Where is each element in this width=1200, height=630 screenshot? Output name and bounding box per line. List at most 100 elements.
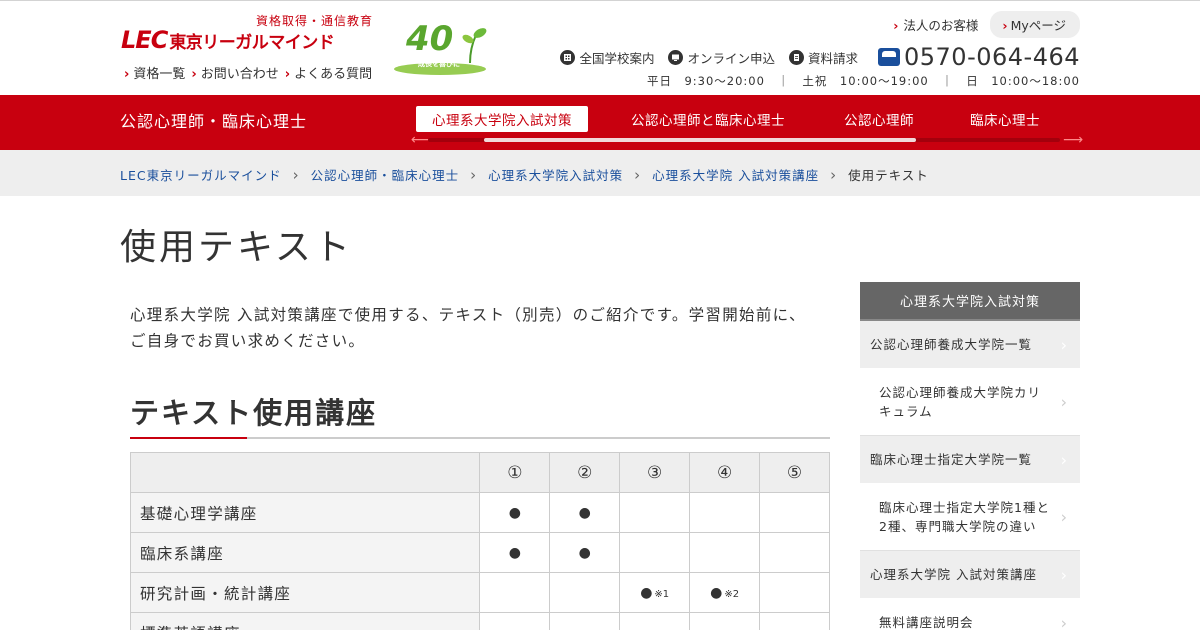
cell-mark: ●: [710, 584, 723, 601]
table-cell: [759, 492, 830, 533]
sidebar-item-certified-curriculum[interactable]: 公認心理師養成大学院カリキュラム: [860, 369, 1080, 436]
table-header-cell: ⑤: [759, 452, 830, 493]
crumb-grad-prep[interactable]: 心理系大学院入試対策: [488, 165, 623, 184]
crumb-home[interactable]: LEC東京リーガルマインド: [120, 165, 282, 184]
tab-psychologist-comparison[interactable]: 公認心理師と臨床心理士: [631, 106, 785, 132]
table-cell: [689, 612, 761, 630]
online-apply-label: オンライン申込: [687, 50, 775, 66]
sidebar-item-clinical-types[interactable]: 臨床心理士指定大学院1種と2種、専門職大学院の違い: [860, 484, 1080, 551]
table-cell: [759, 572, 830, 613]
chevron-right-icon: ›: [634, 165, 642, 184]
table-cell: [619, 492, 691, 533]
chevron-right-icon: ›: [292, 165, 300, 184]
corporate-link[interactable]: 法人のお客様: [893, 15, 978, 34]
table-header-row: ① ② ③ ④ ⑤: [129, 452, 830, 493]
link-contact[interactable]: お問い合わせ: [191, 63, 279, 82]
course-name: 研究計画・統計講座: [129, 572, 481, 613]
badge-number: 40: [406, 19, 454, 59]
table-cell: ● ※1: [619, 572, 691, 613]
table-cell: [619, 532, 691, 573]
table-header-cell: ②: [549, 452, 621, 493]
lec-logo[interactable]: 資格取得・通信教育 LEC 東京リーガルマインド: [121, 11, 373, 55]
crumb-course[interactable]: 心理系大学院 入試対策講座: [652, 165, 819, 184]
crumb-current: 使用テキスト: [848, 168, 929, 183]
table-cell: [689, 532, 761, 573]
table-row: 臨床系講座 ● ●: [129, 532, 830, 573]
building-icon: [560, 49, 576, 65]
table-cell: [759, 532, 830, 573]
category-title[interactable]: 公認心理師・臨床心理士: [120, 108, 307, 132]
phone-icon: [877, 48, 900, 66]
phone-number[interactable]: 0570-064-464: [904, 43, 1080, 71]
logo-wordmark: LEC 東京リーガルマインド: [121, 26, 335, 54]
breadcrumb-trail: LEC東京リーガルマインド › 公認心理師・臨床心理士 › 心理系大学院入試対策…: [120, 165, 929, 184]
tab-scrollbar-thumb[interactable]: [484, 138, 916, 142]
tab-grad-school-prep[interactable]: 心理系大学院入試対策: [416, 106, 588, 132]
account-links: 法人のお客様 Myページ: [893, 11, 1080, 38]
table-header-cell: ③: [619, 452, 691, 493]
page-title: 使用テキスト: [120, 227, 353, 268]
school-guide-label: 全国学校案内: [579, 50, 655, 66]
document-icon: [788, 49, 804, 65]
service-links: 全国学校案内 オンライン申込 資料請求 0570-064-464: [560, 43, 1080, 71]
badge-subtext: 成長を喜びに: [418, 60, 460, 68]
section-accent: [130, 437, 247, 439]
tab-clinical-psychologist[interactable]: 臨床心理士: [970, 106, 1040, 132]
table-row: 標準英語講座: [129, 612, 830, 630]
course-name: 標準英語講座: [129, 612, 481, 630]
table-row: 基礎心理学講座 ● ●: [129, 492, 830, 533]
link-qualifications[interactable]: 資格一覧: [124, 63, 185, 82]
category-nav: 公認心理師・臨床心理士 心理系大学院入試対策 公認心理師と臨床心理士 公認心理師…: [0, 95, 1200, 150]
request-docs-label: 資料請求: [807, 50, 858, 66]
online-apply-link[interactable]: オンライン申込: [668, 48, 775, 67]
table-cell: [689, 492, 761, 533]
table-cell: ● ※2: [689, 572, 761, 613]
school-guide-link[interactable]: 全国学校案内: [560, 48, 654, 67]
course-name: 臨床系講座: [129, 532, 481, 573]
table-cell: ●: [479, 532, 551, 573]
anniversary-40-badge: 40 成長を喜びに: [390, 19, 490, 77]
tab-certified-psychologist[interactable]: 公認心理師: [844, 106, 914, 132]
sidebar-item-certified-grad-list[interactable]: 公認心理師養成大学院一覧: [860, 321, 1080, 369]
table-cell: [549, 572, 621, 613]
logo-name: 東京リーガルマインド: [169, 32, 335, 53]
tab-scrollbar[interactable]: [428, 138, 1060, 142]
request-docs-link[interactable]: 資料請求: [788, 48, 858, 67]
table-cell: [479, 612, 551, 630]
sidebar-heading[interactable]: 心理系大学院入試対策: [860, 282, 1080, 321]
sidebar-item-clinical-grad-list[interactable]: 臨床心理士指定大学院一覧: [860, 436, 1080, 484]
table-row: 研究計画・統計講座 ● ※1 ● ※2: [129, 572, 830, 613]
sidebar-item-free-seminar[interactable]: 無料講座説明会: [860, 599, 1080, 630]
table-header-cell: ①: [479, 452, 551, 493]
mypage-button[interactable]: Myページ: [990, 11, 1080, 38]
table-cell: ●: [549, 492, 621, 533]
sidebar-item-prep-course[interactable]: 心理系大学院 入試対策講座: [860, 551, 1080, 599]
table-cell: [549, 612, 621, 630]
logo-mark: LEC: [121, 26, 168, 54]
table-cell: ●: [479, 492, 551, 533]
utility-links: 資格一覧 お問い合わせ よくある質問: [124, 63, 372, 82]
chevron-right-icon: ›: [470, 165, 478, 184]
crumb-category[interactable]: 公認心理師・臨床心理士: [311, 165, 460, 184]
course-name: 基礎心理学講座: [129, 492, 481, 533]
section-title: テキスト使用講座: [130, 396, 378, 430]
chevron-right-icon: ›: [830, 165, 838, 184]
table-header-cell: [129, 452, 481, 493]
sidebar: 心理系大学院入試対策 公認心理師養成大学院一覧 公認心理師養成大学院カリキュラム…: [860, 282, 1080, 630]
textbook-table: ① ② ③ ④ ⑤ 基礎心理学講座 ● ● 臨床系講座 ● ● 研究計画・統計講…: [129, 452, 830, 630]
cell-note: ※2: [724, 588, 740, 600]
breadcrumb: LEC東京リーガルマインド › 公認心理師・臨床心理士 › 心理系大学院入試対策…: [0, 150, 1200, 196]
intro-text: 心理系大学院 入試対策講座で使用する、テキスト（別売）のご紹介です。学習開始前に…: [130, 306, 806, 350]
table-header-cell: ④: [689, 452, 761, 493]
link-faq[interactable]: よくある質問: [285, 63, 372, 82]
cell-note: ※1: [654, 588, 670, 600]
site-header: 資格取得・通信教育 LEC 東京リーガルマインド 40 成長を喜びに 資格一覧 …: [0, 1, 1200, 95]
table-cell: ●: [549, 532, 621, 573]
computer-icon: [668, 49, 684, 65]
table-cell: [619, 612, 691, 630]
business-hours: 平日 9:30～20:00 ｜ 土祝 10:00～19:00 ｜ 日 10:00…: [646, 74, 1080, 88]
table-cell: [759, 612, 830, 630]
table-cell: [479, 572, 551, 613]
cell-mark: ●: [640, 584, 653, 601]
arrow-right-icon[interactable]: ⟶: [1063, 132, 1083, 148]
